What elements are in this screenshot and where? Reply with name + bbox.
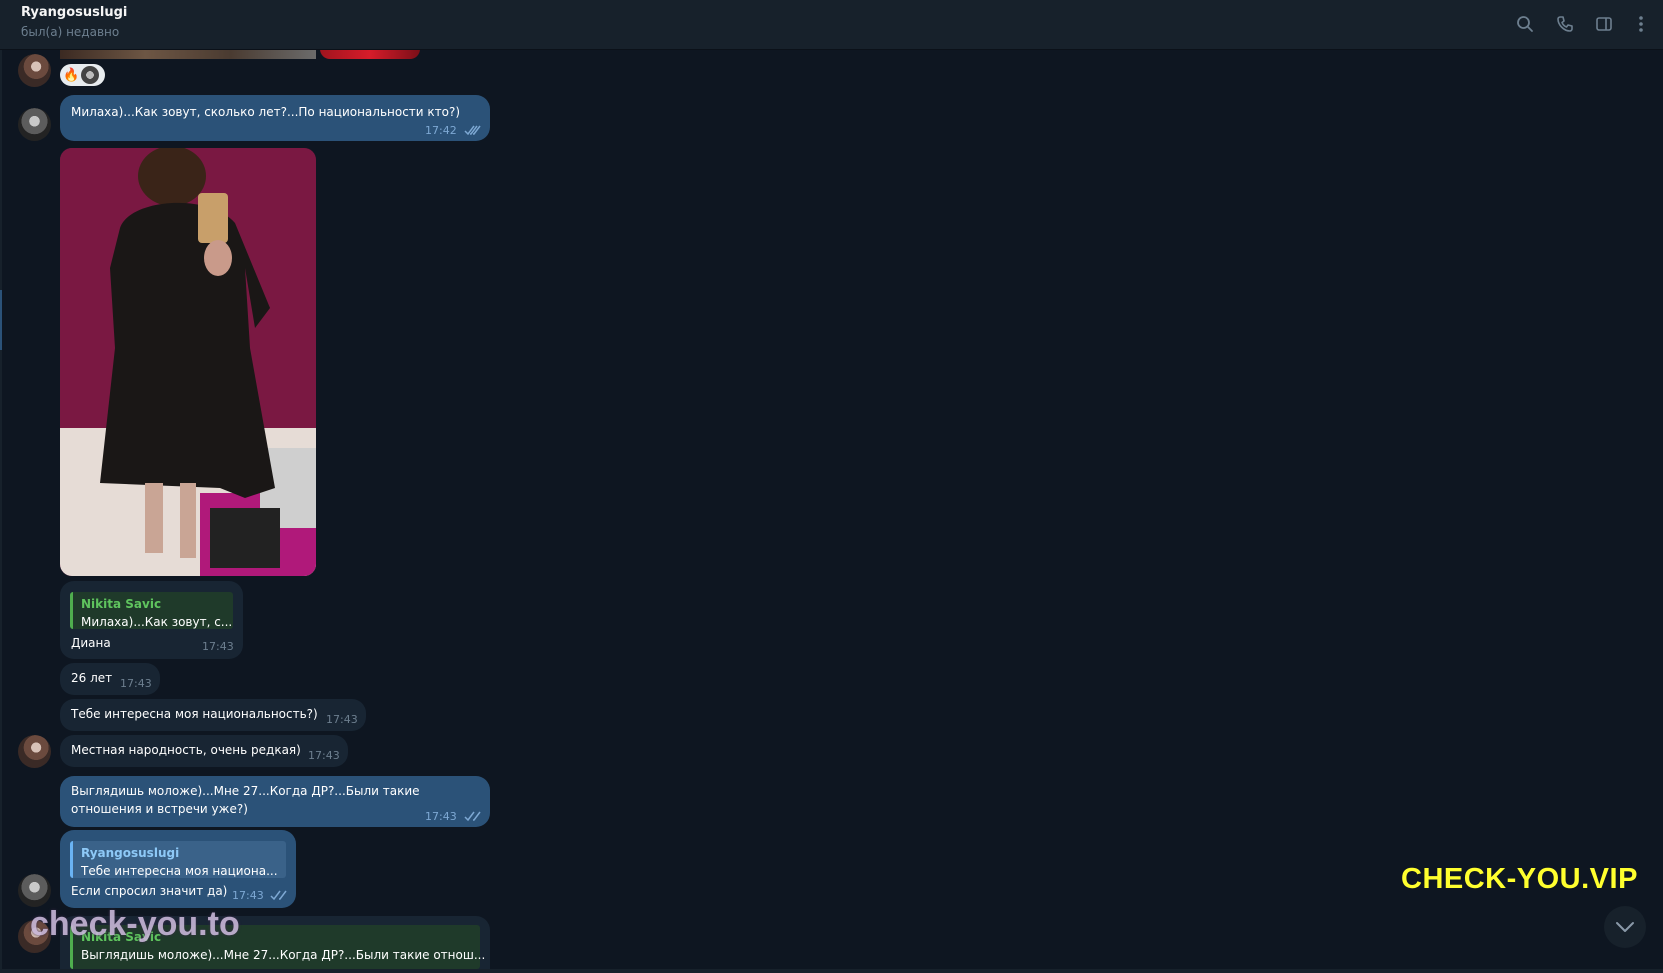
double-check-icon [464,125,481,136]
reply-text: Милаха)...Как зовут, с... [81,615,233,629]
chat-status: был(а) недавно [21,25,120,39]
message-bubble[interactable]: Nikita Savic Милаха)...Как зовут, с... Д… [60,581,243,659]
double-check-icon [464,811,481,822]
phone-icon[interactable] [1554,13,1576,35]
message-time: 17:43 [308,749,340,762]
reactions-bar[interactable]: 🔥 [60,64,105,86]
message-time: 17:43 [232,889,264,902]
message-bubble[interactable]: Милаха)...Как зовут, сколько лет?...По н… [60,95,490,141]
message-text: Диана [71,636,111,650]
chat-header: Ryangosuslugi был(а) недавно [0,0,1663,50]
message-text: Милаха)...Как зовут, сколько лет?...По н… [71,105,461,119]
scroll-marker [0,290,2,350]
sidebar-toggle-icon[interactable] [1593,13,1615,35]
search-icon[interactable] [1514,13,1536,35]
scroll-down-button[interactable] [1604,906,1646,948]
message-bubble[interactable]: Ryangosuslugi Тебе интересна моя национа… [60,830,296,908]
message-time: 17:42 [425,124,457,137]
avatar[interactable] [18,874,51,907]
chat-title[interactable]: Ryangosuslugi [21,5,127,20]
reply-author: Nikita Savic [81,597,162,611]
message-bubble[interactable]: Выглядишь моложе)...Мне 27...Когда ДР?..… [60,776,490,827]
left-edge-bar [0,49,2,973]
watermark-left: check-you.to [30,905,240,943]
reactor-avatar [81,66,100,84]
message-bubble[interactable]: 26 лет 17:43 [60,663,160,695]
message-text: 26 лет [71,671,113,685]
message-text: Если спросил значит да) [71,884,228,898]
previous-photo-2[interactable] [320,49,420,59]
message-bubble[interactable]: Местная народность, очень редкая) 17:43 [60,735,348,767]
message-time: 17:43 [120,677,152,690]
avatar[interactable] [18,735,51,768]
message-text: Тебе интересна моя национальность?) [71,707,318,721]
message-text: Местная народность, очень редкая) [71,743,301,757]
double-check-icon [270,890,287,901]
watermark-right: CHECK-YOU.VIP [1401,863,1638,895]
reply-author: Ryangosuslugi [81,846,180,860]
avatar[interactable] [18,54,51,87]
reply-preview[interactable]: Ryangosuslugi Тебе интересна моя национа… [70,841,286,878]
composer-edge [0,969,1663,973]
reply-preview[interactable]: Nikita Savic Милаха)...Как зовут, с... [70,592,233,629]
photo-message[interactable] [60,148,316,576]
chevron-down-icon [1616,922,1634,932]
avatar[interactable] [18,108,51,141]
message-time: 17:43 [202,640,234,653]
previous-photo[interactable] [60,49,316,59]
message-text-line1: Выглядишь моложе)...Мне 27...Когда ДР?..… [71,784,420,798]
reply-text: Тебе интересна моя национа... [81,864,278,878]
message-time: 17:43 [425,810,457,823]
message-time: 17:43 [326,713,358,726]
more-icon[interactable] [1630,13,1652,35]
fire-reaction[interactable]: 🔥 [63,68,79,83]
reply-text: Выглядишь моложе)...Мне 27...Когда ДР?..… [81,948,486,962]
message-text-line2: отношения и встречи уже?) [71,802,248,816]
message-bubble[interactable]: Тебе интересна моя национальность?) 17:4… [60,699,366,731]
